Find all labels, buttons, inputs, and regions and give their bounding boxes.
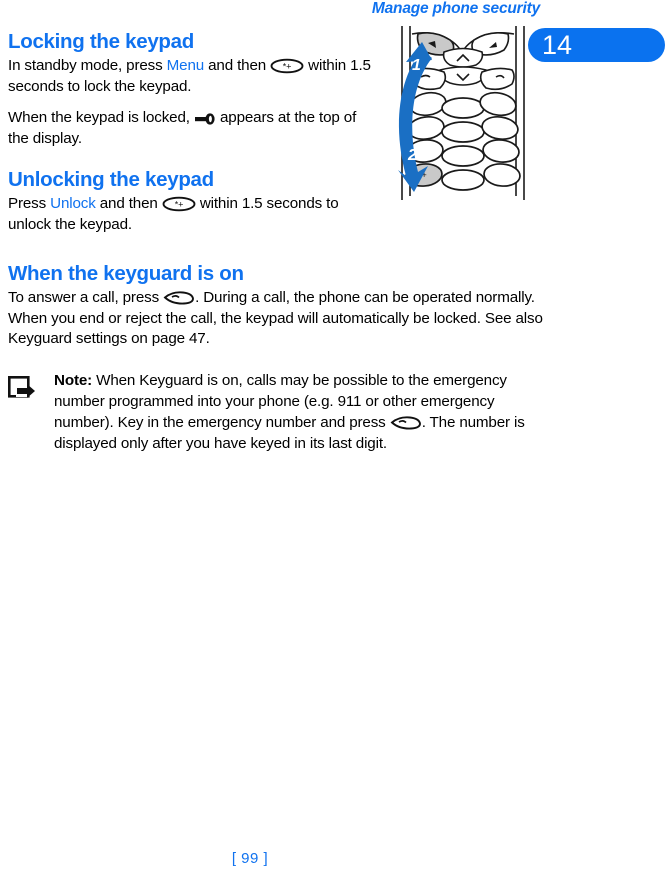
upper-text-column: Locking the keypad In standby mode, pres… <box>8 30 380 246</box>
page-number-footer: [ 99 ] <box>231 850 269 867</box>
locking-text-a: In standby mode, press <box>8 57 167 74</box>
phone-keypad-illustration: *+ 1 2 <box>388 20 536 205</box>
heading-unlocking-the-keypad: Unlocking the keypad <box>8 168 214 191</box>
running-header-title: Manage phone security <box>371 0 540 17</box>
star-key-icon: *+ <box>270 58 304 74</box>
heading-when-the-keyguard-is-on: When the keyguard is on <box>8 262 244 285</box>
paragraph-keyguard: To answer a call, press . During a call,… <box>8 288 553 350</box>
menu-keyword: Menu <box>166 57 205 74</box>
keyguard-text-a: To answer a call, press <box>8 289 164 306</box>
locking-text-b: and then <box>204 57 271 74</box>
unlocking-text-b: and then <box>95 195 162 212</box>
keyguard-key-icon <box>194 112 216 126</box>
chapter-number-badge: 14 <box>528 28 665 62</box>
note-text: Note: When Keyguard is on, calls may be … <box>42 370 553 454</box>
heading-locking-the-keypad: Locking the keypad <box>8 30 194 53</box>
paragraph-unlocking: Press Unlock and then *+ within 1.5 seco… <box>8 194 380 235</box>
note-arrow-icon <box>7 370 42 407</box>
svg-text:*+: *+ <box>175 200 183 210</box>
paragraph-locking-2: When the keypad is locked, appears at th… <box>8 108 380 149</box>
nav-up-key <box>442 47 484 68</box>
nav-down-key <box>438 66 488 86</box>
keyguard-section: When the keyguard is on To answer a call… <box>8 262 553 361</box>
unlock-keyword: Unlock <box>50 195 96 212</box>
end-key <box>479 67 515 91</box>
arrow-step-1-label: 1 <box>412 57 421 74</box>
locked-text-a: When the keypad is locked, <box>8 109 194 126</box>
note-label: Note: <box>54 372 93 389</box>
svg-text:*+: *+ <box>283 62 291 72</box>
call-key-icon <box>163 290 195 306</box>
paragraph-locking-1: In standby mode, press Menu and then *+ … <box>8 56 380 97</box>
unlocking-text-a: Press <box>8 195 51 212</box>
arrow-step-2-label: 2 <box>407 147 417 164</box>
call-key-icon <box>390 415 422 431</box>
note-callout: Note: When Keyguard is on, calls may be … <box>7 370 553 454</box>
star-key-icon: *+ <box>162 196 196 212</box>
